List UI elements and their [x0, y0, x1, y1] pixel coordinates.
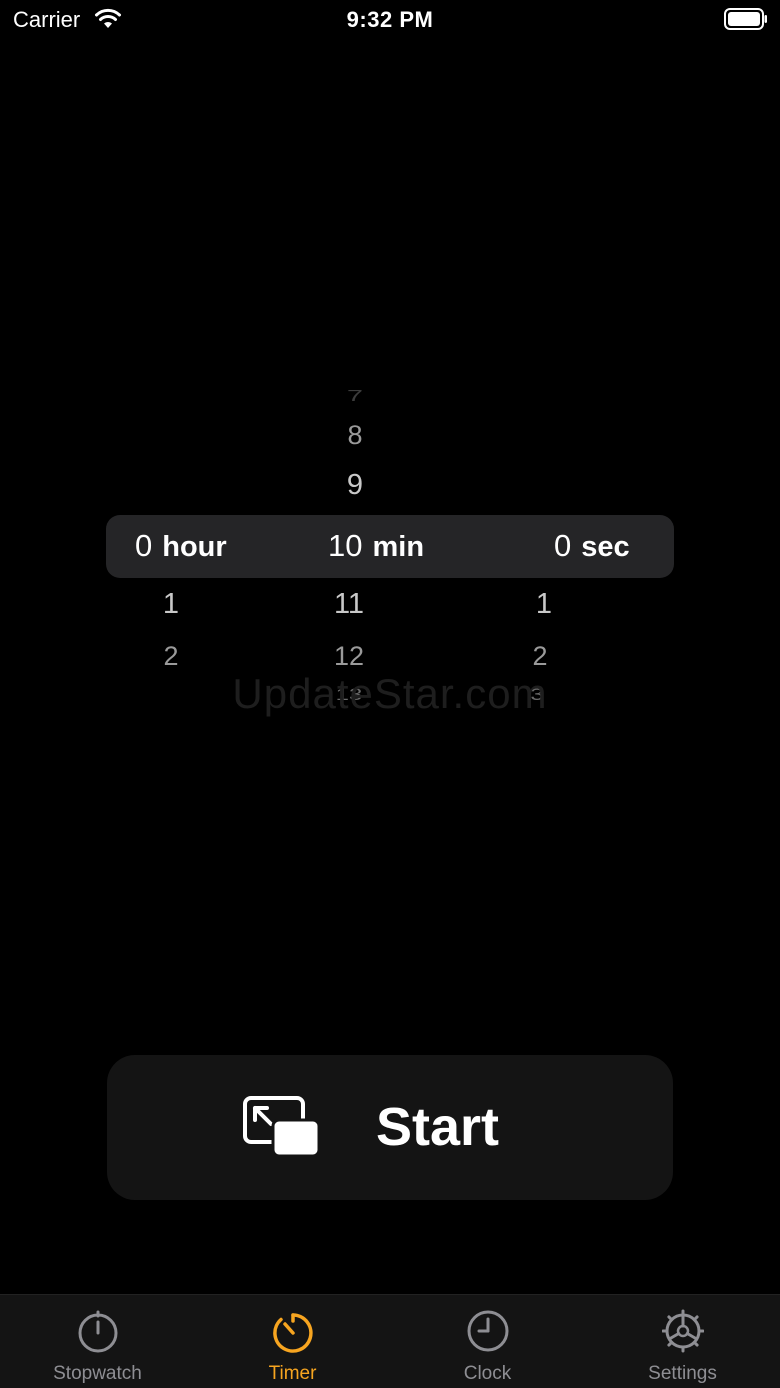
sec-wheel-value[interactable]: 2: [510, 641, 570, 672]
tab-clock[interactable]: Clock: [390, 1295, 585, 1388]
hour-selected[interactable]: 0 hour: [135, 528, 227, 564]
tab-label: Clock: [463, 1363, 512, 1384]
min-wheel-value[interactable]: 8: [325, 420, 385, 451]
picture-in-picture-icon[interactable]: [243, 1096, 321, 1158]
hour-unit-label: hour: [162, 531, 227, 563]
start-button-label[interactable]: Start: [376, 1096, 499, 1158]
sec-wheel-value[interactable]: 1: [514, 588, 574, 621]
stopwatch-icon: [78, 1310, 118, 1353]
tab-label: Stopwatch: [53, 1363, 142, 1384]
min-wheel-value[interactable]: 11: [319, 588, 379, 621]
min-wheel-value[interactable]: 7: [325, 387, 385, 405]
tab-timer[interactable]: Timer: [195, 1295, 390, 1388]
hour-wheel-value[interactable]: 1: [141, 588, 201, 621]
min-wheel-value[interactable]: 12: [319, 641, 379, 672]
watermark-text: UpdateStar.com: [232, 670, 548, 717]
sec-selected[interactable]: 0 sec: [554, 528, 630, 564]
tab-label: Settings: [648, 1363, 717, 1384]
tab-bar: Stopwatch Timer Clock Settings: [0, 1294, 780, 1388]
status-time: 9:32 PM: [346, 7, 434, 32]
hour-value: 0: [135, 528, 153, 563]
clock-icon: [467, 1310, 509, 1352]
tab-settings[interactable]: Settings: [585, 1295, 780, 1388]
timer-icon: [273, 1313, 313, 1353]
status-bar: Carrier 9:32 PM: [0, 0, 780, 40]
min-unit-label: min: [372, 531, 425, 563]
settings-icon: [662, 1309, 704, 1353]
min-selected[interactable]: 10 min: [328, 528, 424, 564]
sec-value: 0: [554, 528, 572, 563]
sec-unit-label: sec: [581, 531, 630, 563]
battery-icon: [724, 8, 767, 30]
tab-stopwatch[interactable]: Stopwatch: [0, 1295, 195, 1388]
min-value: 10: [328, 528, 363, 563]
hour-wheel-value[interactable]: 2: [141, 641, 201, 672]
tab-label: Timer: [268, 1363, 317, 1384]
min-wheel-value[interactable]: 9: [325, 469, 385, 502]
